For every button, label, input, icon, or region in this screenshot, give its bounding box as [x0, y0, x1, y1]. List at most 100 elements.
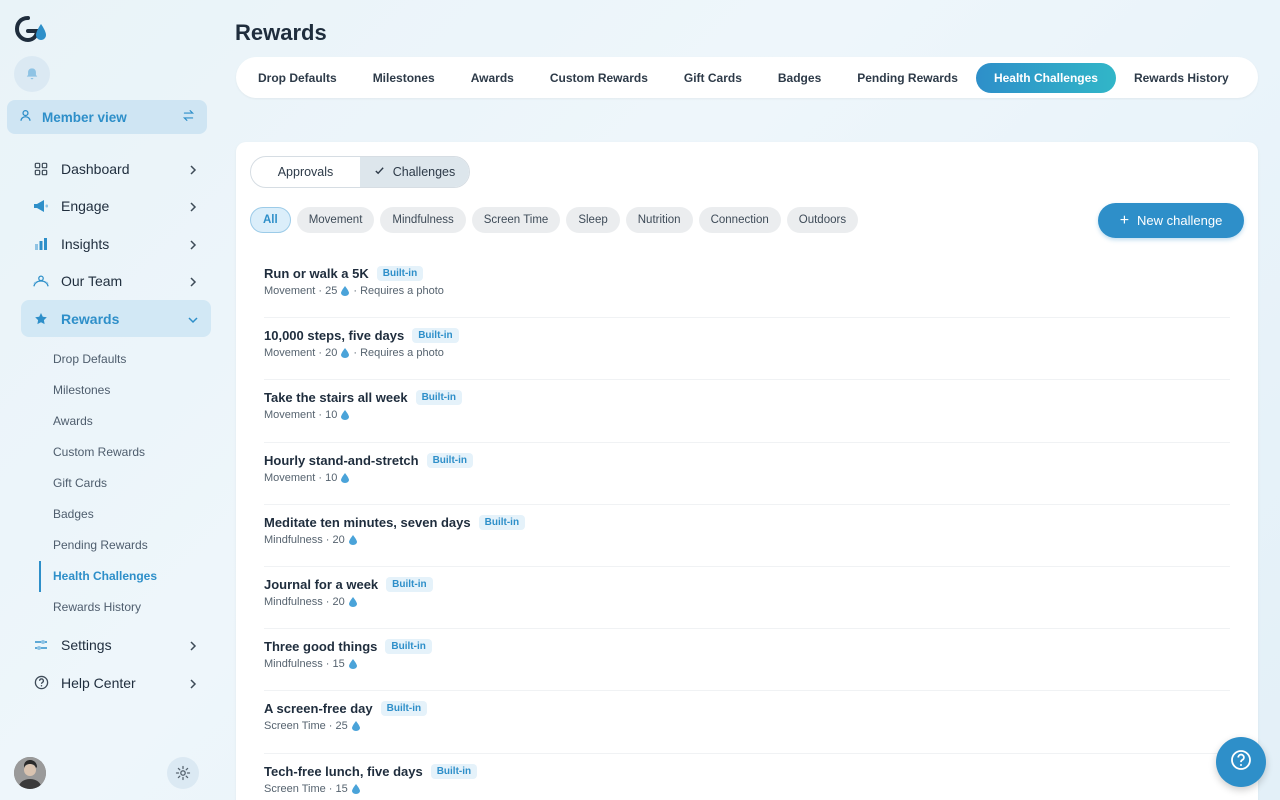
nav-label: Dashboard: [61, 160, 130, 177]
segment-challenges[interactable]: Challenges: [360, 157, 469, 187]
brand-logo-icon[interactable]: [14, 14, 50, 46]
notifications-bell-icon[interactable]: [14, 56, 50, 92]
avatar[interactable]: [14, 757, 46, 789]
tab-drop-defaults[interactable]: Drop Defaults: [240, 63, 355, 93]
user-icon: [19, 109, 32, 125]
list-item[interactable]: Three good things Built-in Mindfulness · …: [264, 629, 1230, 692]
nav-item-help-center[interactable]: Help Center: [21, 664, 211, 701]
nav-label: Engage: [61, 198, 110, 214]
list-item[interactable]: Hourly stand-and-stretch Built-in Movemen…: [264, 443, 1230, 505]
megaphone-icon: [33, 198, 49, 214]
chevron-down-icon: [187, 313, 199, 325]
help-circle-icon: [1230, 749, 1252, 776]
droplet-icon: [341, 472, 350, 483]
filter-sleep[interactable]: Sleep: [566, 207, 620, 233]
list-item[interactable]: Tech-free lunch, five days Built-in Scree…: [264, 754, 1230, 800]
built-in-badge: Built-in: [376, 266, 424, 281]
built-in-badge: Built-in: [478, 514, 526, 530]
subnav-item-pending-rewards[interactable]: Pending Rewards: [21, 530, 211, 561]
chevron-right-icon: [187, 238, 199, 250]
subnav-item-awards[interactable]: Awards: [21, 405, 211, 436]
filter-mindfulness[interactable]: Mindfulness: [380, 207, 466, 233]
filter-nutrition[interactable]: Nutrition: [625, 207, 693, 233]
segment-label: Approvals: [277, 165, 334, 179]
tab-awards[interactable]: Awards: [453, 63, 532, 93]
nav-item-our-team[interactable]: Our Team: [21, 263, 211, 300]
list-item[interactable]: Run or walk a 5K Built-in Movement · 25 · …: [264, 256, 1230, 319]
list-item[interactable]: A screen-free day Built-in Screen Time · …: [264, 691, 1230, 754]
chevron-right-icon: [187, 275, 199, 287]
chevron-right-icon: [187, 639, 199, 651]
tab-health-challenges[interactable]: Health Challenges: [975, 62, 1116, 93]
list-item[interactable]: Take the stairs all week Built-in Movemen…: [264, 380, 1230, 443]
subnav-item-gift-cards[interactable]: Gift Cards: [21, 467, 211, 498]
chevron-right-icon: [187, 163, 199, 175]
nav-item-engage[interactable]: Engage: [21, 188, 211, 225]
new-challenge-button[interactable]: + New challenge: [1098, 203, 1244, 238]
challenge-title: Take the stairs all week: [264, 390, 408, 406]
category-filters: All Movement Mindfulness Screen Time Sle…: [250, 207, 859, 233]
droplet-icon: [341, 348, 350, 359]
bar-chart-icon: [33, 236, 49, 252]
challenge-list: Run or walk a 5K Built-in Movement · 25 · …: [264, 256, 1230, 800]
challenge-title: Hourly stand-and-stretch: [264, 452, 419, 468]
challenge-extra: · Requires a photo: [353, 347, 444, 360]
filter-movement[interactable]: Movement: [296, 207, 375, 233]
built-in-badge: Built-in: [415, 390, 462, 406]
nav-item-settings[interactable]: Settings: [21, 627, 211, 664]
nav-label: Our Team: [61, 273, 123, 289]
filter-all[interactable]: All: [250, 207, 291, 233]
subnav-item-drop-defaults[interactable]: Drop Defaults: [21, 343, 211, 374]
chevron-right-icon: [187, 677, 199, 689]
page-title: Rewards: [235, 20, 327, 45]
sliders-icon: [33, 637, 49, 653]
list-item[interactable]: Meditate ten minutes, seven days Built-in…: [264, 505, 1230, 567]
droplet-icon: [348, 659, 357, 670]
challenge-meta: Movement · 10: [264, 409, 338, 422]
tab-milestones[interactable]: Milestones: [355, 63, 453, 93]
subnav-item-custom-rewards[interactable]: Custom Rewards: [21, 436, 211, 467]
nav-item-insights[interactable]: Insights: [21, 225, 211, 262]
droplet-icon: [341, 410, 350, 421]
rewards-subnav: Drop Defaults Milestones Awards Custom R…: [21, 343, 211, 623]
new-challenge-label: New challenge: [1137, 213, 1223, 228]
challenges-card: Approvals Challenges All Movement Mindfu…: [236, 142, 1258, 800]
subnav-item-badges[interactable]: Badges: [21, 498, 211, 529]
challenge-meta: Movement · 10: [264, 471, 338, 484]
challenge-title: Tech-free lunch, five days: [264, 763, 423, 779]
member-view-toggle[interactable]: Member view: [7, 100, 207, 134]
team-icon: [33, 273, 49, 289]
built-in-badge: Built-in: [385, 639, 432, 655]
subnav-item-health-challenges[interactable]: Health Challenges: [21, 560, 211, 592]
subnav-item-rewards-history[interactable]: Rewards History: [21, 592, 211, 623]
droplet-icon: [341, 286, 350, 296]
list-item[interactable]: Journal for a week Built-in Mindfulness ·…: [264, 567, 1230, 630]
tab-custom-rewards[interactable]: Custom Rewards: [532, 63, 666, 93]
segment-approvals[interactable]: Approvals: [251, 157, 360, 187]
tab-gift-cards[interactable]: Gift Cards: [666, 63, 760, 93]
tab-rewards-history[interactable]: Rewards History: [1116, 63, 1247, 93]
nav-item-rewards[interactable]: Rewards: [21, 300, 211, 337]
built-in-badge: Built-in: [412, 328, 459, 344]
filter-outdoors[interactable]: Outdoors: [786, 207, 859, 233]
challenge-meta: Mindfulness · 15: [264, 658, 345, 671]
challenge-meta: Mindfulness · 20: [264, 533, 345, 546]
nav-label: Rewards: [61, 310, 120, 327]
help-button[interactable]: [1216, 737, 1266, 787]
swap-icon: [182, 109, 195, 125]
tab-pending-rewards[interactable]: Pending Rewards: [839, 63, 976, 93]
challenge-extra: · Requires a photo: [353, 285, 444, 297]
nav-item-dashboard[interactable]: Dashboard: [21, 150, 211, 187]
grid-icon: [33, 161, 49, 177]
tab-badges[interactable]: Badges: [760, 63, 839, 93]
challenge-title: Three good things: [264, 639, 378, 655]
view-segmented-control: Approvals Challenges: [250, 156, 470, 188]
gear-icon[interactable]: [167, 757, 199, 789]
nav-label: Settings: [61, 637, 112, 654]
nav-label: Help Center: [61, 674, 136, 691]
list-item[interactable]: 10,000 steps, five days Built-in Movement…: [264, 318, 1230, 381]
subnav-item-milestones[interactable]: Milestones: [21, 374, 211, 405]
filter-screen-time[interactable]: Screen Time: [471, 207, 561, 233]
challenge-meta: Mindfulness · 20: [264, 595, 345, 608]
filter-connection[interactable]: Connection: [698, 207, 781, 233]
